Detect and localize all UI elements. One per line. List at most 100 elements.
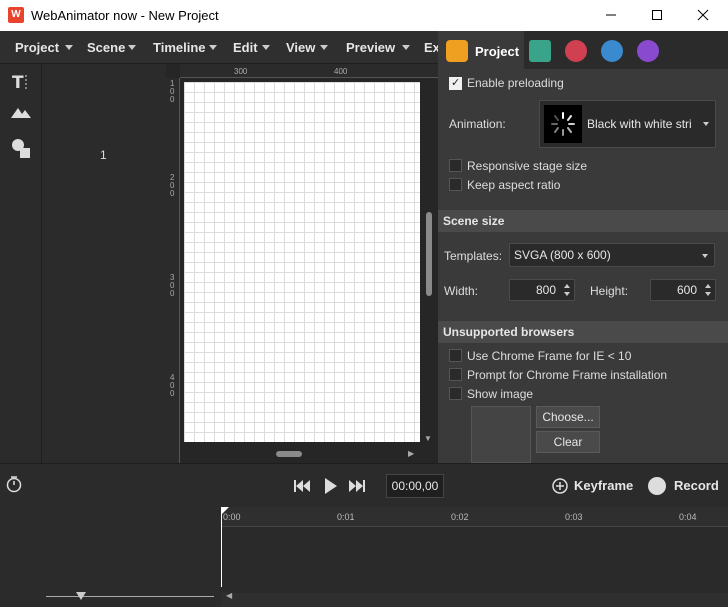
play-icon[interactable] xyxy=(324,477,338,498)
toolbox: T xyxy=(0,64,42,463)
move-icon[interactable] xyxy=(565,40,587,62)
menu-bar: Project Scene Timeline Edit View Preview… xyxy=(0,31,440,64)
timeline-layers xyxy=(0,507,221,607)
ruler-label: 200 xyxy=(170,173,175,198)
width-spinbox[interactable]: 800 xyxy=(509,279,575,301)
chevron-down-icon xyxy=(402,45,410,50)
prompt-chrome-frame-label: Prompt for Chrome Frame installation xyxy=(467,368,668,382)
keyframe-button[interactable]: Keyframe xyxy=(574,478,633,493)
animation-label: Animation: xyxy=(449,117,506,131)
chevron-down-icon xyxy=(65,45,73,50)
magic-wand-icon[interactable] xyxy=(601,40,623,62)
chevron-down-icon xyxy=(128,45,136,50)
app-logo-icon: W xyxy=(8,7,24,23)
close-button[interactable] xyxy=(680,0,726,31)
window-title: WebAnimator now - New Project xyxy=(31,8,219,23)
ruler-label: 100 xyxy=(170,79,175,104)
text-tool-icon[interactable]: T xyxy=(9,70,33,94)
chrome-frame-label: Use Chrome Frame for IE < 10 xyxy=(467,349,632,363)
scene-number[interactable]: 1 xyxy=(100,148,107,162)
height-value: 600 xyxy=(676,283,697,297)
keep-aspect-checkbox[interactable] xyxy=(449,178,462,191)
choose-button[interactable]: Choose... xyxy=(536,406,600,428)
maximize-button[interactable] xyxy=(634,0,680,31)
scroll-left-icon[interactable]: ◀ xyxy=(226,591,232,600)
spinner-preview-icon xyxy=(544,105,582,143)
responsive-stage-label: Responsive stage size xyxy=(467,159,588,173)
timeline-ruler[interactable]: 0:00 0:01 0:02 0:03 0:04 xyxy=(221,507,728,527)
chevron-down-icon xyxy=(703,122,709,126)
height-label: Height: xyxy=(590,284,629,298)
keyframe-add-icon[interactable] xyxy=(551,477,569,498)
chevron-down-icon xyxy=(209,45,217,50)
minimize-button[interactable] xyxy=(588,0,634,31)
show-image-label: Show image xyxy=(467,387,534,401)
scroll-down-icon[interactable]: ▼ xyxy=(424,434,432,443)
timeline-tick-label: 0:04 xyxy=(679,512,697,522)
image-tool-icon[interactable] xyxy=(9,100,33,124)
panel-tabs: Project xyxy=(438,31,728,69)
image-preview xyxy=(471,406,531,463)
skip-forward-icon[interactable] xyxy=(348,478,366,497)
animation-dropdown[interactable]: Black with white stri xyxy=(539,100,716,148)
record-icon[interactable] xyxy=(648,477,666,495)
shapes-tool-icon[interactable] xyxy=(9,136,33,160)
animation-value: Black with white stri xyxy=(587,117,692,131)
zoom-slider-handle[interactable] xyxy=(76,592,86,600)
minimize-icon xyxy=(606,14,616,16)
show-image-checkbox[interactable] xyxy=(449,387,462,400)
vertical-ruler: 100 200 300 400 xyxy=(166,78,180,463)
menu-timeline[interactable]: Timeline xyxy=(153,40,206,55)
timecode-display[interactable]: 00:00,00 xyxy=(386,474,444,498)
vertical-scrollbar[interactable] xyxy=(426,212,432,296)
clear-button[interactable]: Clear xyxy=(536,431,600,453)
ruler-label: 400 xyxy=(170,373,175,398)
chevron-down-icon xyxy=(262,45,270,50)
unsupported-browsers-header: Unsupported browsers xyxy=(438,321,728,343)
enable-preloading-checkbox[interactable] xyxy=(449,76,462,90)
spin-arrows-icon[interactable] xyxy=(703,282,713,298)
menu-edit[interactable]: Edit xyxy=(233,40,258,55)
ruler-label: 300 xyxy=(170,273,175,298)
scroll-right-icon[interactable]: ▶ xyxy=(408,449,414,458)
scene-list: 1 xyxy=(42,64,166,463)
menu-scene[interactable]: Scene xyxy=(87,40,125,55)
stage-area: 300 400 100 200 300 400 ▼ ▶ xyxy=(166,64,438,463)
keep-aspect-label: Keep aspect ratio xyxy=(467,178,561,192)
record-button[interactable]: Record xyxy=(674,478,719,493)
maximize-icon xyxy=(652,10,662,20)
chevron-down-icon xyxy=(702,254,708,258)
prompt-chrome-frame-checkbox[interactable] xyxy=(449,368,462,381)
chevron-down-icon xyxy=(320,45,328,50)
chrome-frame-checkbox[interactable] xyxy=(449,349,462,362)
film-icon[interactable] xyxy=(529,40,551,62)
html5-icon xyxy=(446,40,468,62)
enable-preloading-label: Enable preloading xyxy=(467,76,564,90)
zoom-slider[interactable] xyxy=(46,596,214,597)
menu-preview[interactable]: Preview xyxy=(346,40,395,55)
tab-project[interactable]: Project xyxy=(438,31,524,69)
menu-view[interactable]: View xyxy=(286,40,315,55)
title-bar: W WebAnimator now - New Project xyxy=(0,0,728,31)
horizontal-ruler: 300 400 xyxy=(180,64,438,78)
timer-icon[interactable] xyxy=(5,475,23,496)
skip-back-icon[interactable] xyxy=(293,478,311,497)
horizontal-scrollbar[interactable] xyxy=(276,451,302,457)
sparkle-icon[interactable] xyxy=(637,40,659,62)
spin-arrows-icon[interactable] xyxy=(562,282,572,298)
timeline-tracks[interactable] xyxy=(221,527,728,593)
menu-project[interactable]: Project xyxy=(15,40,59,55)
playhead-marker[interactable] xyxy=(221,507,229,515)
height-spinbox[interactable]: 600 xyxy=(650,279,716,301)
ruler-label: 300 xyxy=(234,67,248,76)
templates-dropdown[interactable]: SVGA (800 x 600) xyxy=(509,243,715,267)
tab-project-label: Project xyxy=(475,44,520,59)
scene-size-header: Scene size xyxy=(438,210,728,232)
timeline-tick-label: 0:02 xyxy=(451,512,469,522)
playhead[interactable] xyxy=(221,507,222,587)
responsive-stage-checkbox[interactable] xyxy=(449,159,462,172)
stage-canvas[interactable] xyxy=(184,82,420,442)
svg-text:T: T xyxy=(12,73,24,93)
transport-bar: 00:00,00 Keyframe Record xyxy=(0,463,728,507)
templates-value: SVGA (800 x 600) xyxy=(514,248,611,262)
